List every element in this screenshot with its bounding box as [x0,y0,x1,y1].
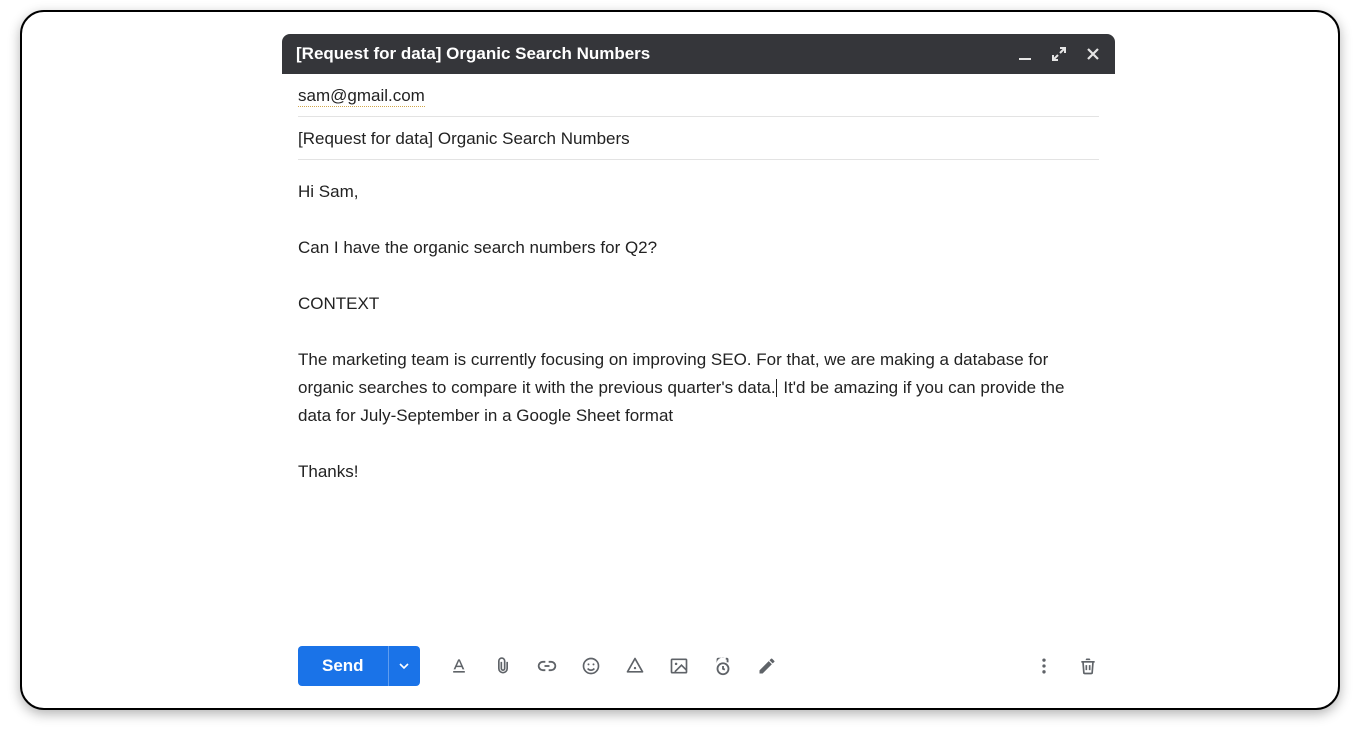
text-format-icon[interactable] [448,655,470,677]
app-window: [Request for data] Organic Search Number… [20,10,1340,710]
formatting-tools [448,655,778,677]
compose-title: [Request for data] Organic Search Number… [296,44,1017,64]
image-icon[interactable] [668,655,690,677]
attach-icon[interactable] [492,655,514,677]
emoji-icon[interactable] [580,655,602,677]
subject-field[interactable]: [Request for data] Organic Search Number… [298,117,1099,160]
send-button-group: Send [298,646,420,686]
subject-value: [Request for data] Organic Search Number… [298,129,630,148]
body-closing: Thanks! [298,458,1099,486]
compose-window: [Request for data] Organic Search Number… [282,34,1115,570]
more-options-icon[interactable] [1033,655,1055,677]
trash-icon[interactable] [1077,655,1099,677]
close-icon[interactable] [1085,46,1101,62]
text-cursor [776,379,777,397]
to-value: sam@gmail.com [298,86,425,107]
minimize-icon[interactable] [1017,46,1033,62]
compose-body[interactable]: Hi Sam, Can I have the organic search nu… [282,160,1115,570]
compose-fields: sam@gmail.com [Request for data] Organic… [282,74,1115,160]
drive-icon[interactable] [624,655,646,677]
compose-toolbar: Send [282,646,1115,686]
body-p1: Can I have the organic search numbers fo… [298,234,1099,262]
send-dropdown-button[interactable] [388,646,420,686]
expand-icon[interactable] [1051,46,1067,62]
body-greeting: Hi Sam, [298,178,1099,206]
window-controls [1017,46,1101,62]
compose-title-bar: [Request for data] Organic Search Number… [282,34,1115,74]
body-p2: The marketing team is currently focusing… [298,346,1099,430]
confidential-icon[interactable] [712,655,734,677]
pen-icon[interactable] [756,655,778,677]
send-button[interactable]: Send [298,646,388,686]
link-icon[interactable] [536,655,558,677]
right-tools [1033,655,1099,677]
body-heading: CONTEXT [298,290,1099,318]
to-field[interactable]: sam@gmail.com [298,74,1099,117]
